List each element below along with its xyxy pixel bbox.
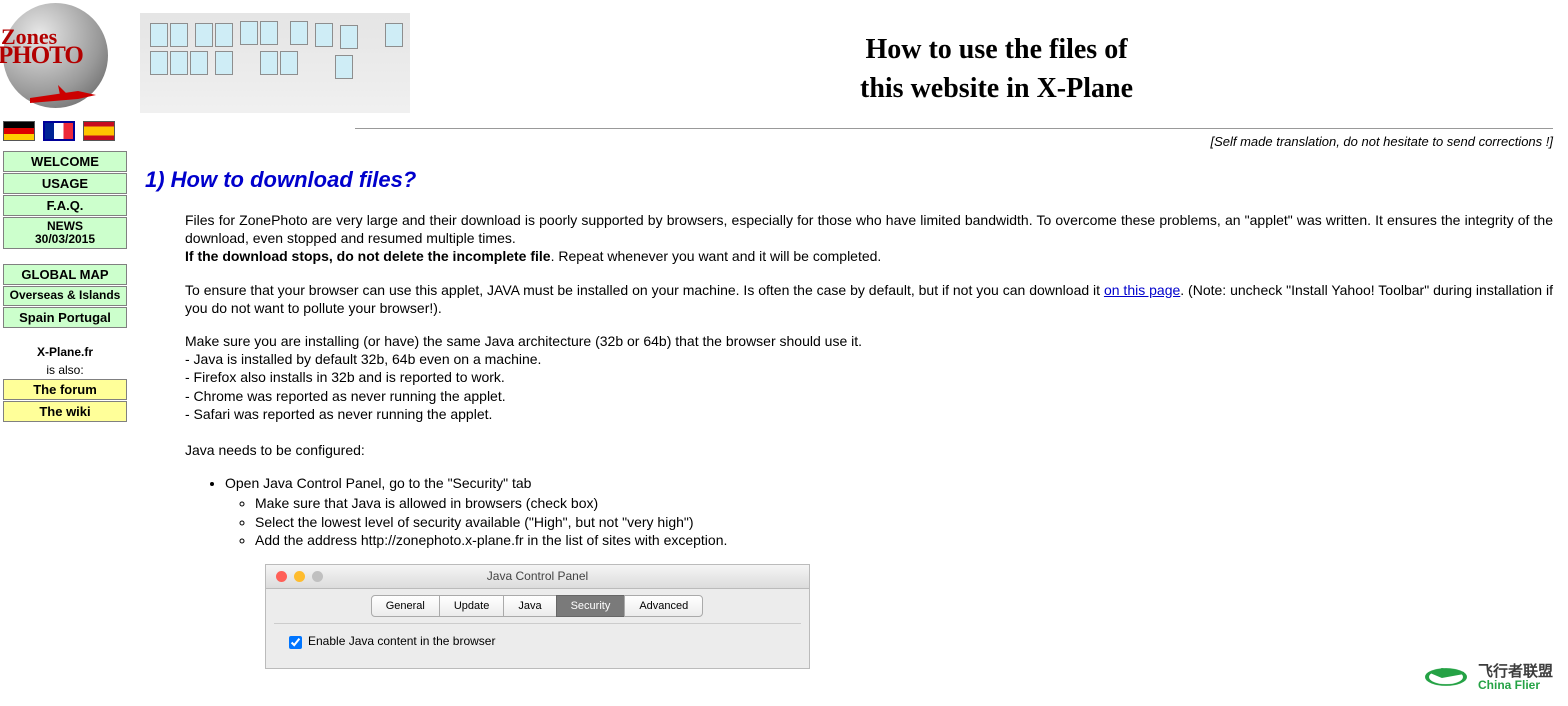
jcp-checkbox-label: Enable Java content in the browser — [308, 634, 495, 650]
para-1: Files for ZonePhoto are very large and t… — [185, 211, 1553, 266]
para-2: To ensure that your browser can use this… — [185, 281, 1553, 317]
plane-icon — [28, 83, 98, 108]
nav-welcome[interactable]: WELCOME — [3, 151, 127, 172]
config-item-1: Open Java Control Panel, go to the "Secu… — [225, 474, 1553, 549]
nav-group-xplane: X-Plane.fr is also: The forum The wiki — [3, 343, 127, 422]
nav-xplane-header: X-Plane.fr — [3, 343, 127, 361]
para-3-l2: - Chrome was reported as never running t… — [185, 388, 506, 404]
para-1-tail: . Repeat whenever you want and it will b… — [551, 248, 882, 264]
para-3-head: Make sure you are installing (or have) t… — [185, 333, 862, 349]
nav-wiki[interactable]: The wiki — [3, 401, 127, 422]
nav-news-date: 30/03/2015 — [35, 232, 95, 246]
logo[interactable]: Zones PHOTO — [3, 3, 113, 113]
page-title: How to use the files of this website in … — [440, 5, 1553, 108]
para-3-l3: - Safari was reported as never running t… — [185, 406, 492, 422]
separator — [355, 128, 1553, 129]
sidebar: Zones PHOTO WELCOME USAGE F.A.Q. NEWS 30… — [0, 0, 130, 689]
flag-de[interactable] — [3, 121, 35, 141]
config-list: Open Java Control Panel, go to the "Secu… — [185, 474, 1553, 549]
para-4: Java needs to be configured: — [185, 441, 1553, 459]
nav-usage[interactable]: USAGE — [3, 173, 127, 194]
flag-es[interactable] — [83, 121, 115, 141]
title-line2: this website in X-Plane — [860, 73, 1133, 104]
nav-news[interactable]: NEWS 30/03/2015 — [3, 217, 127, 249]
nav-global-map[interactable]: GLOBAL MAP — [3, 264, 127, 285]
para-3: Make sure you are installing (or have) t… — [185, 332, 1553, 423]
config-sub-2: Select the lowest level of security avai… — [255, 513, 1553, 531]
title-line1: How to use the files of — [865, 34, 1127, 65]
jcp-titlebar: Java Control Panel — [266, 565, 809, 589]
jcp-tab-update: Update — [439, 595, 504, 617]
section-heading-1: 1) How to download files? — [145, 167, 1553, 193]
jcp-checkbox-input — [289, 636, 302, 649]
nav-news-label: NEWS — [47, 219, 83, 233]
jcp-tab-security: Security — [556, 595, 626, 617]
java-control-panel-screenshot: Java Control Panel General Update Java S… — [265, 564, 810, 669]
para-1-bold: If the download stops, do not delete the… — [185, 248, 551, 264]
config-item-1-text: Open Java Control Panel, go to the "Secu… — [225, 475, 531, 491]
para-3-l0: - Java is installed by default 32b, 64b … — [185, 351, 541, 367]
nav-group-maps: GLOBAL MAP Overseas & Islands Spain Port… — [3, 264, 127, 327]
jcp-tabs: General Update Java Security Advanced — [266, 589, 809, 623]
translation-note: [Self made translation, do not hesitate … — [140, 134, 1553, 149]
jcp-tab-java: Java — [503, 595, 556, 617]
config-sub-1: Make sure that Java is allowed in browse… — [255, 494, 1553, 512]
jcp-tab-general: General — [371, 595, 440, 617]
logo-line2: PHOTO — [0, 46, 83, 66]
nav-forum[interactable]: The forum — [3, 379, 127, 400]
world-map-thumbnail[interactable] — [140, 13, 410, 113]
nav-group-main: WELCOME USAGE F.A.Q. NEWS 30/03/2015 — [3, 151, 127, 249]
jcp-tab-advanced: Advanced — [624, 595, 703, 617]
para-3-l1: - Firefox also installs in 32b and is re… — [185, 369, 505, 385]
nav-overseas[interactable]: Overseas & Islands — [3, 286, 127, 305]
config-sub-3: Add the address http://zonephoto.x-plane… — [255, 531, 1553, 549]
nav-faq[interactable]: F.A.Q. — [3, 195, 127, 216]
language-flags — [3, 121, 127, 141]
para-2-a: To ensure that your browser can use this… — [185, 282, 1104, 298]
jcp-enable-java-checkbox: Enable Java content in the browser — [289, 634, 786, 650]
java-download-link[interactable]: on this page — [1104, 282, 1180, 298]
para-1-text: Files for ZonePhoto are very large and t… — [185, 212, 1553, 246]
main-content: How to use the files of this website in … — [130, 0, 1568, 689]
nav-xplane-sub: is also: — [3, 361, 127, 379]
nav-spain-portugal[interactable]: Spain Portugal — [3, 307, 127, 328]
jcp-title: Java Control Panel — [266, 569, 809, 585]
flag-fr[interactable] — [43, 121, 75, 141]
